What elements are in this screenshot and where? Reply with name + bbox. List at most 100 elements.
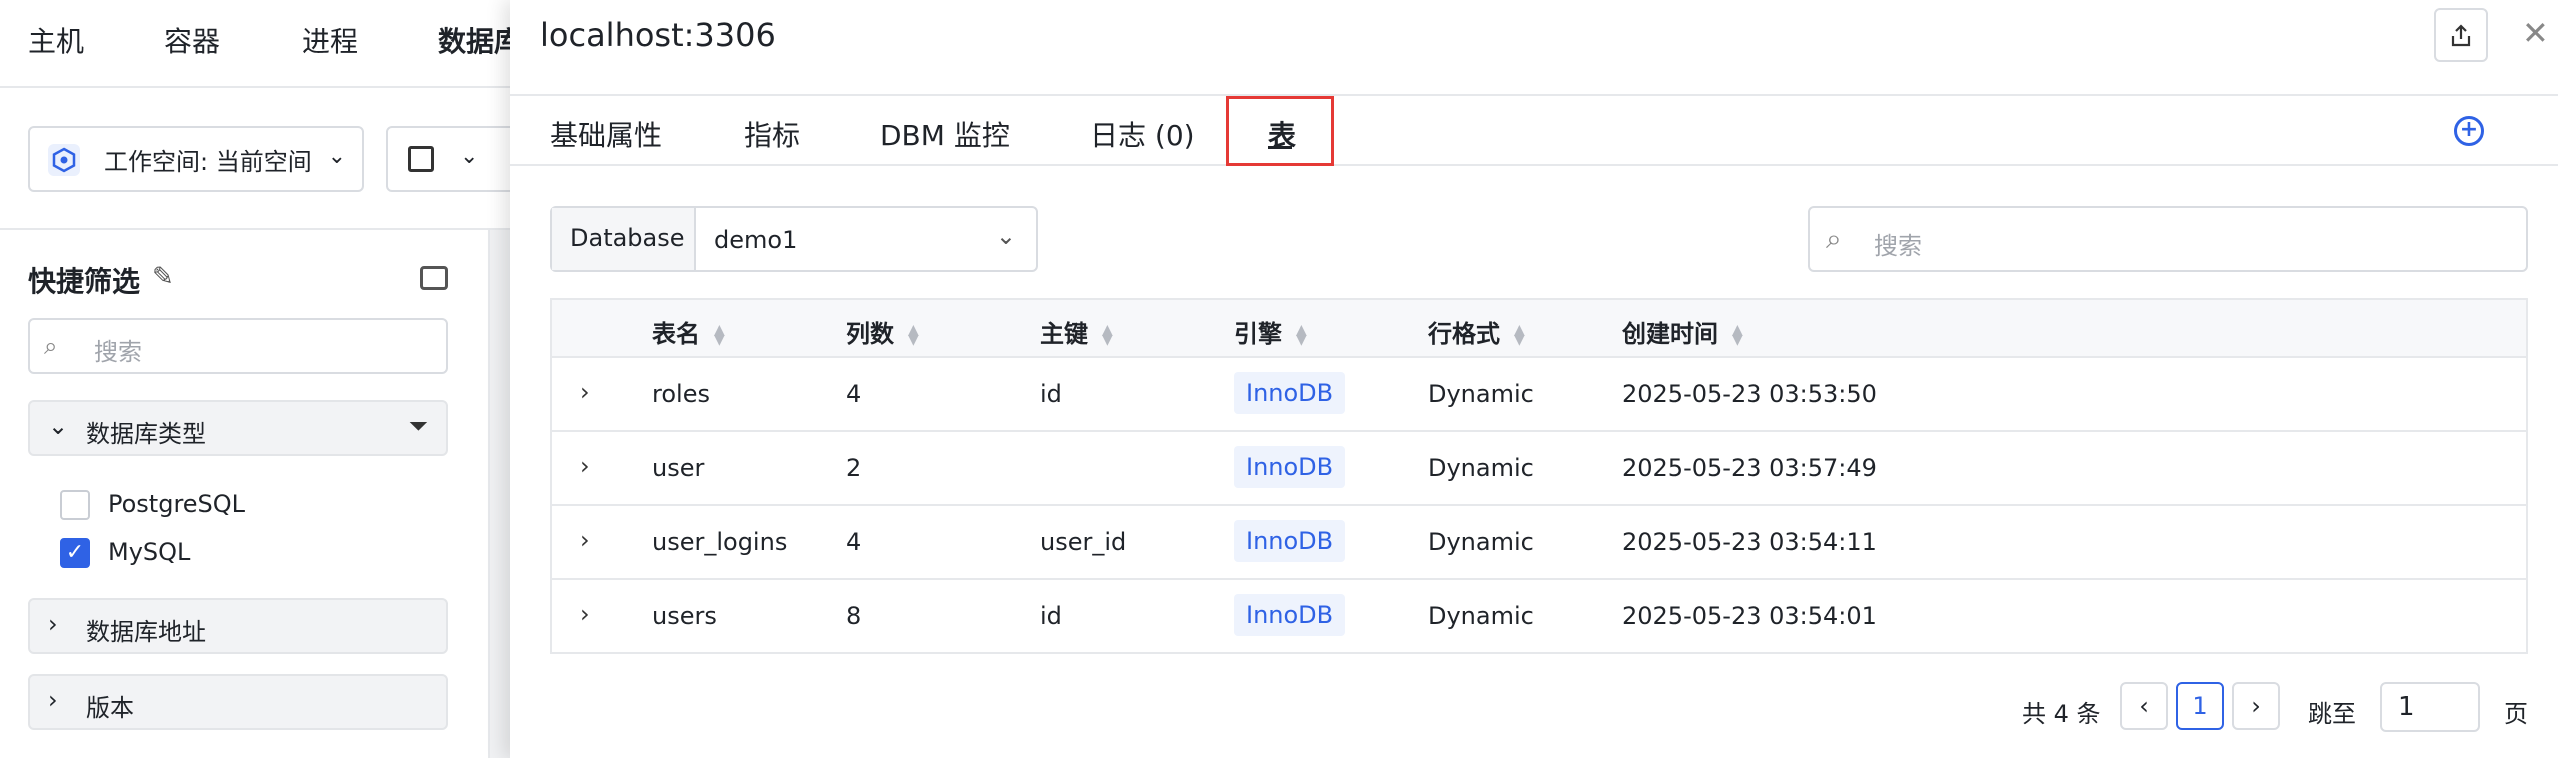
option-label: PostgreSQL: [108, 490, 246, 518]
quick-filter-title: 快捷筛选: [28, 265, 141, 298]
quick-filter-panel: 快捷筛选 ✎ ⌕ 搜索 ⌄ 数据库类型 ⏷ PostgreSQL ✓ MySQL…: [0, 230, 490, 758]
expand-row-icon[interactable]: ›: [580, 600, 590, 628]
engine-tag: InnoDB: [1234, 520, 1346, 562]
view-select[interactable]: ⌄: [386, 126, 526, 192]
jump-to-label: 跳至: [2308, 700, 2356, 728]
cell-created-time: 2025-05-23 03:57:49: [1622, 454, 1877, 482]
engine-tag: InnoDB: [1234, 372, 1346, 414]
table-row[interactable]: › user 2 InnoDB Dynamic 2025-05-23 03:57…: [552, 432, 2526, 506]
chevron-down-icon: ⌄: [995, 222, 1016, 250]
content-gutter: [490, 230, 510, 758]
cell-table-name: roles: [652, 380, 710, 408]
tab-logs[interactable]: 日志 (0): [1090, 114, 1195, 154]
cell-column-count: 8: [846, 602, 862, 630]
col-header-primary-key[interactable]: 主键 ▲ ▼: [1040, 314, 1113, 349]
cell-primary-key: id: [1040, 602, 1062, 630]
page-number-button[interactable]: 1: [2176, 682, 2224, 730]
tab-basic-properties[interactable]: 基础属性: [550, 114, 662, 154]
col-header-created-time[interactable]: 创建时间 ▲ ▼: [1622, 314, 1743, 349]
filter-group-label: 数据库类型: [86, 420, 206, 448]
edit-icon[interactable]: ✎: [152, 262, 174, 292]
search-icon: ⌕: [44, 332, 58, 360]
sort-icon: ▲ ▼: [908, 322, 919, 348]
filter-search-placeholder: 搜索: [94, 338, 142, 366]
sort-icon: ▲ ▼: [1296, 322, 1307, 348]
nav-process[interactable]: 进程: [302, 20, 358, 60]
nav-host[interactable]: 主机: [28, 20, 84, 60]
chevron-right-icon: ›: [48, 610, 58, 638]
jump-to-page-input[interactable]: 1: [2380, 682, 2480, 732]
cell-table-name: user: [652, 454, 705, 482]
chevron-right-icon: ›: [48, 686, 58, 714]
tables-table: 表名 ▲ ▼ 列数 ▲ ▼ 主键 ▲ ▼ 引擎 ▲ ▼ 行格式 ▲ ▼ 创建时间 ▲ ▼ › roles…: [550, 298, 2528, 654]
col-header-column-count[interactable]: 列数 ▲ ▼: [846, 314, 919, 349]
cell-column-count: 4: [846, 528, 862, 556]
filter-group-db-type[interactable]: ⌄ 数据库类型 ⏷: [28, 400, 448, 456]
tab-dbm-monitor[interactable]: DBM 监控: [880, 114, 1010, 154]
option-label: MySQL: [108, 538, 191, 566]
cell-primary-key: id: [1040, 380, 1062, 408]
filter-search-input[interactable]: ⌕ 搜索: [28, 318, 448, 374]
next-page-button[interactable]: ›: [2232, 682, 2280, 730]
col-header-engine[interactable]: 引擎 ▲ ▼: [1234, 314, 1307, 349]
cell-column-count: 4: [846, 380, 862, 408]
workspace-label: 工作空间: 当前空间: [104, 148, 312, 176]
filter-group-label: 版本: [86, 694, 134, 722]
table-row[interactable]: › user_logins 4 user_id InnoDB Dynamic 2…: [552, 506, 2526, 580]
cell-row-format: Dynamic: [1428, 380, 1534, 408]
detail-drawer: localhost:3306 ✕ 基础属性 指标 DBM 监控 日志 (0) 表…: [510, 0, 2558, 758]
cell-row-format: Dynamic: [1428, 602, 1534, 630]
col-header-name[interactable]: 表名 ▲ ▼: [652, 314, 725, 349]
col-header-row-format[interactable]: 行格式 ▲ ▼: [1428, 314, 1525, 349]
cell-table-name: users: [652, 602, 717, 630]
list-view-icon: [408, 146, 434, 172]
chevron-down-icon: ⌄: [48, 412, 69, 440]
mysql-checkbox[interactable]: ✓: [60, 538, 90, 568]
add-circle-icon[interactable]: +: [2454, 116, 2484, 146]
database-select-prefix: Database: [552, 208, 696, 270]
workspace-select[interactable]: 工作空间: 当前空间 ⌄: [28, 126, 364, 192]
chevron-down-icon: ⌄: [460, 144, 479, 169]
table-search-input[interactable]: ⌕ 搜索: [1808, 206, 2528, 272]
cell-table-name: user_logins: [652, 528, 788, 556]
table-search-placeholder: 搜索: [1874, 232, 1922, 260]
close-icon[interactable]: ✕: [2522, 14, 2549, 52]
nav-container[interactable]: 容器: [164, 20, 220, 60]
drawer-title: localhost:3306: [540, 16, 776, 54]
clear-filter-icon[interactable]: ⏷: [409, 412, 428, 440]
cell-row-format: Dynamic: [1428, 528, 1534, 556]
engine-tag: InnoDB: [1234, 446, 1346, 488]
filter-group-version[interactable]: › 版本: [28, 674, 448, 730]
table-row[interactable]: › users 8 id InnoDB Dynamic 2025-05-23 0…: [552, 580, 2526, 654]
postgresql-checkbox[interactable]: [60, 490, 90, 520]
chevron-down-icon: ⌄: [327, 144, 346, 169]
search-icon: ⌕: [1826, 222, 1842, 255]
workspace-icon: [48, 144, 80, 176]
sort-icon: ▲ ▼: [714, 322, 725, 348]
share-icon[interactable]: [2434, 8, 2488, 62]
expand-row-icon[interactable]: ›: [580, 452, 590, 480]
cell-primary-key: user_id: [1040, 528, 1127, 556]
jump-to-suffix: 页: [2504, 700, 2528, 728]
sort-icon: ▲ ▼: [1102, 322, 1113, 348]
sort-icon: ▲ ▼: [1732, 322, 1743, 348]
table-header: 表名 ▲ ▼ 列数 ▲ ▼ 主键 ▲ ▼ 引擎 ▲ ▼ 行格式 ▲ ▼ 创建时间 ▲ ▼: [552, 300, 2526, 358]
database-select-value: demo1: [714, 226, 798, 254]
cell-created-time: 2025-05-23 03:54:11: [1622, 528, 1877, 556]
database-select[interactable]: Database demo1 ⌄: [550, 206, 1038, 272]
sort-icon: ▲ ▼: [1514, 322, 1525, 348]
tab-metrics[interactable]: 指标: [744, 114, 800, 154]
expand-row-icon[interactable]: ›: [580, 526, 590, 554]
pagination-total: 共 4 条: [2022, 700, 2101, 728]
cell-created-time: 2025-05-23 03:54:01: [1622, 602, 1877, 630]
table-row[interactable]: › roles 4 id InnoDB Dynamic 2025-05-23 0…: [552, 358, 2526, 432]
active-tab-indicator: [1268, 146, 1292, 149]
cell-column-count: 2: [846, 454, 862, 482]
cell-row-format: Dynamic: [1428, 454, 1534, 482]
prev-page-button[interactable]: ‹: [2120, 682, 2168, 730]
engine-tag: InnoDB: [1234, 594, 1346, 636]
expand-row-icon[interactable]: ›: [580, 378, 590, 406]
filter-group-label: 数据库地址: [86, 618, 206, 646]
collapse-panel-icon[interactable]: [420, 266, 448, 290]
filter-group-db-address[interactable]: › 数据库地址: [28, 598, 448, 654]
